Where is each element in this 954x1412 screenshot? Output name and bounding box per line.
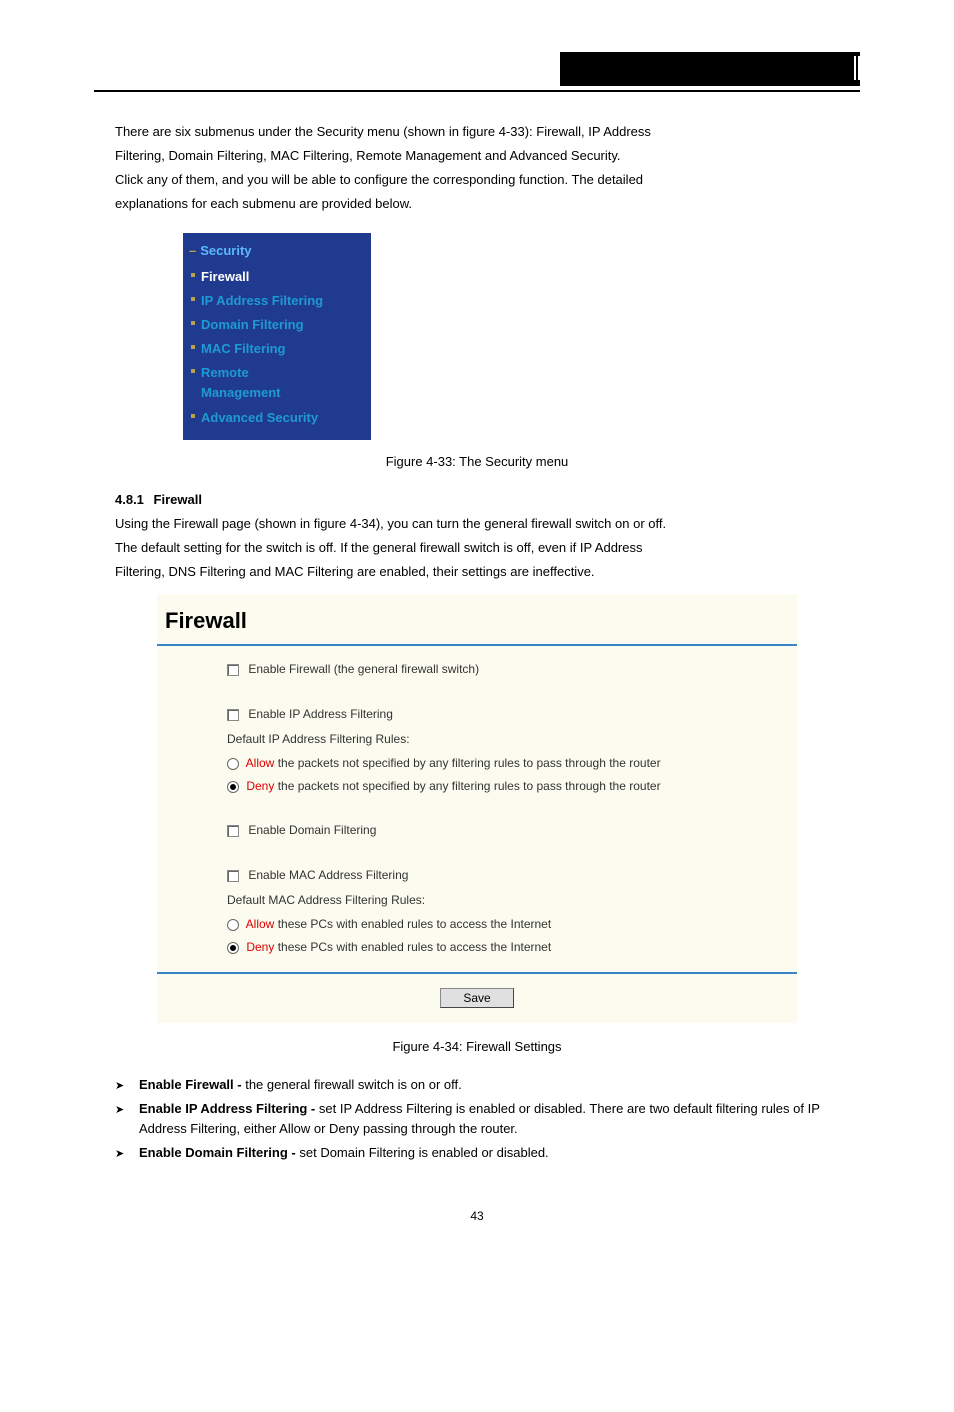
chevron-icon: ➤ xyxy=(115,1102,124,1119)
nav-item-mac-filtering[interactable]: MAC Filtering xyxy=(187,337,367,361)
intro-line: Click any of them, and you will be able … xyxy=(115,170,839,190)
mac-allow-word: Allow xyxy=(246,917,275,931)
section-heading: 4.8.1 Firewall xyxy=(115,490,839,510)
figure-caption-panel: Figure 4-34: Firewall Settings xyxy=(115,1037,839,1057)
panel-title: Firewall xyxy=(165,604,797,638)
bullet-term: Enable Firewall - xyxy=(139,1077,245,1092)
section-body: The default setting for the switch is of… xyxy=(115,538,839,558)
mac-deny-word: Deny xyxy=(246,940,274,954)
enable-mac-filter-label: Enable MAC Address Filtering xyxy=(248,868,408,882)
enable-firewall-checkbox[interactable] xyxy=(227,664,239,676)
intro-line: There are six submenus under the Securit… xyxy=(115,122,839,142)
bullet-list: ➤ Enable Firewall - the general firewall… xyxy=(115,1075,839,1168)
security-nav-card: –Security Firewall IP Address Filtering … xyxy=(183,233,371,440)
nav-item-advanced-security[interactable]: Advanced Security xyxy=(187,406,367,430)
chevron-icon: ➤ xyxy=(115,1078,124,1095)
enable-mac-filter-checkbox[interactable] xyxy=(227,870,239,882)
nav-header-label: Security xyxy=(200,243,251,258)
enable-domain-filter-checkbox[interactable] xyxy=(227,825,239,837)
nav-item-domain-filtering[interactable]: Domain Filtering xyxy=(187,313,367,337)
mac-allow-rest: these PCs with enabled rules to access t… xyxy=(274,917,551,931)
enable-firewall-label: Enable Firewall (the general firewall sw… xyxy=(248,662,479,676)
nav-item-firewall[interactable]: Firewall xyxy=(187,265,367,289)
nav-item-remote-management[interactable]: Remote Management xyxy=(187,361,367,405)
page-number: 43 xyxy=(115,1207,839,1226)
ip-allow-radio[interactable] xyxy=(227,758,239,770)
panel-rule-top xyxy=(157,644,797,646)
mac-allow-radio[interactable] xyxy=(227,919,239,931)
section-number: 4.8.1 xyxy=(115,492,144,507)
bullet-rest: the general firewall switch is on or off… xyxy=(245,1077,462,1092)
header-black-bar xyxy=(560,52,860,86)
mac-deny-rest: these PCs with enabled rules to access t… xyxy=(274,940,551,954)
bullet-item: ➤ Enable Domain Filtering - set Domain F… xyxy=(115,1143,839,1167)
ip-deny-radio[interactable] xyxy=(227,781,239,793)
header-rule xyxy=(94,90,860,92)
enable-domain-filter-label: Enable Domain Filtering xyxy=(248,823,376,837)
intro-line: explanations for each submenu are provid… xyxy=(115,194,839,214)
bullet-item: ➤ Enable Firewall - the general firewall… xyxy=(115,1075,839,1099)
enable-ip-filter-checkbox[interactable] xyxy=(227,709,239,721)
mac-rules-header: Default MAC Address Filtering Rules: xyxy=(227,891,797,910)
intro-line: Filtering, Domain Filtering, MAC Filteri… xyxy=(115,146,839,166)
section-body: Filtering, DNS Filtering and MAC Filteri… xyxy=(115,562,839,582)
panel-rule-bottom xyxy=(157,972,797,974)
mac-deny-radio[interactable] xyxy=(227,942,239,954)
figure-caption-nav: Figure 4-33: The Security menu xyxy=(115,452,839,472)
enable-ip-filter-label: Enable IP Address Filtering xyxy=(248,707,393,721)
ip-deny-word: Deny xyxy=(246,779,274,793)
ip-allow-word: Allow xyxy=(246,756,275,770)
bullet-term: Enable Domain Filtering - xyxy=(139,1145,299,1160)
save-button[interactable]: Save xyxy=(440,988,513,1008)
section-title: Firewall xyxy=(154,492,202,507)
nav-header: –Security xyxy=(187,239,367,265)
nav-item-ip-filtering[interactable]: IP Address Filtering xyxy=(187,289,367,313)
bullet-item: ➤ Enable IP Address Filtering - set IP A… xyxy=(115,1099,839,1143)
bullet-rest: set Domain Filtering is enabled or disab… xyxy=(299,1145,548,1160)
ip-allow-rest: the packets not specified by any filteri… xyxy=(274,756,660,770)
chevron-icon: ➤ xyxy=(115,1146,124,1163)
ip-deny-rest: the packets not specified by any filteri… xyxy=(274,779,660,793)
firewall-panel: Firewall Enable Firewall (the general fi… xyxy=(157,594,797,1022)
section-body: Using the Firewall page (shown in figure… xyxy=(115,514,839,534)
ip-rules-header: Default IP Address Filtering Rules: xyxy=(227,730,797,749)
product-line: TL-WR541G/TL-WR542G xyxy=(94,75,244,90)
bullet-term: Enable IP Address Filtering - xyxy=(139,1101,319,1116)
